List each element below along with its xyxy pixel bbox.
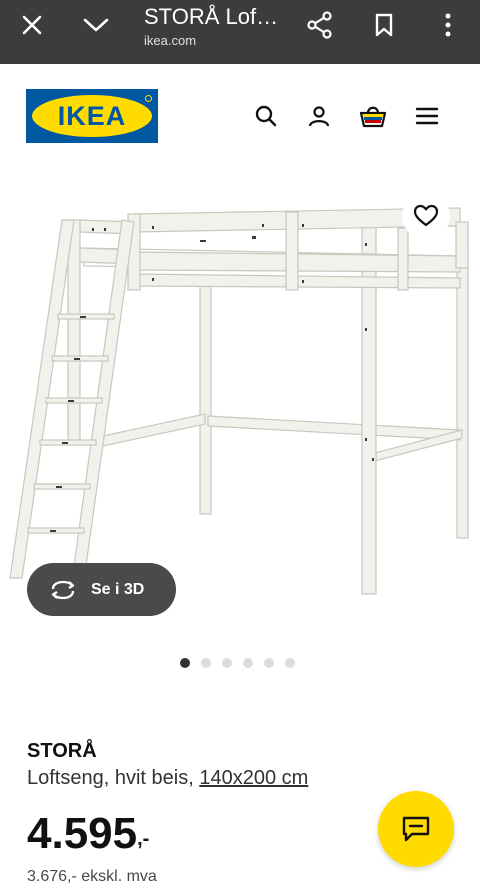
browser-toolbar: STORÅ Lof… ikea.com <box>0 0 480 64</box>
ikea-logo[interactable]: IKEA <box>26 89 158 143</box>
favorite-button[interactable] <box>402 192 450 240</box>
logo-oval: IKEA <box>32 95 152 137</box>
price-suffix: ,- <box>137 828 150 850</box>
logo-text: IKEA <box>57 100 127 131</box>
site-header: IKEA <box>0 64 480 168</box>
pagination-dot-4[interactable] <box>243 658 253 668</box>
page-title: STORÅ Lof… <box>144 4 279 29</box>
menu-icon[interactable] <box>411 100 443 132</box>
pagination-dot-6[interactable] <box>285 658 295 668</box>
heart-icon <box>413 204 439 227</box>
rotate-3d-icon <box>51 580 75 599</box>
basket-icon[interactable] <box>357 100 389 132</box>
product-description: Loftseng, hvit beis, 140x200 cm <box>27 767 308 790</box>
chat-button[interactable] <box>378 791 454 867</box>
registered-mark <box>145 95 152 102</box>
share-icon[interactable] <box>295 0 345 50</box>
user-icon[interactable] <box>303 100 335 132</box>
more-vertical-icon[interactable] <box>423 0 473 50</box>
product-size-link[interactable]: 140x200 cm <box>199 767 308 789</box>
page-domain: ikea.com <box>144 33 197 48</box>
view-in-3d-label: Se i 3D <box>91 580 145 598</box>
bookmark-icon[interactable] <box>359 0 409 50</box>
pagination-dot-3[interactable] <box>222 658 232 668</box>
search-icon[interactable] <box>250 100 282 132</box>
pagination-dot-1[interactable] <box>180 658 190 668</box>
gallery-pagination <box>180 658 295 668</box>
product-price: 4.595 ,- <box>27 808 149 860</box>
product-description-text: Loftseng, hvit beis, <box>27 767 200 789</box>
view-in-3d-button[interactable]: Se i 3D <box>27 563 176 616</box>
pagination-dot-5[interactable] <box>264 658 274 668</box>
close-icon[interactable] <box>7 0 57 50</box>
product-name: STORÅ <box>27 740 97 762</box>
price-excl-vat: 3.676,- ekskl. mva <box>27 868 157 885</box>
chat-icon <box>402 816 430 842</box>
chevron-down-icon[interactable] <box>71 0 121 50</box>
price-value: 4.595 <box>27 809 138 858</box>
pagination-dot-2[interactable] <box>201 658 211 668</box>
